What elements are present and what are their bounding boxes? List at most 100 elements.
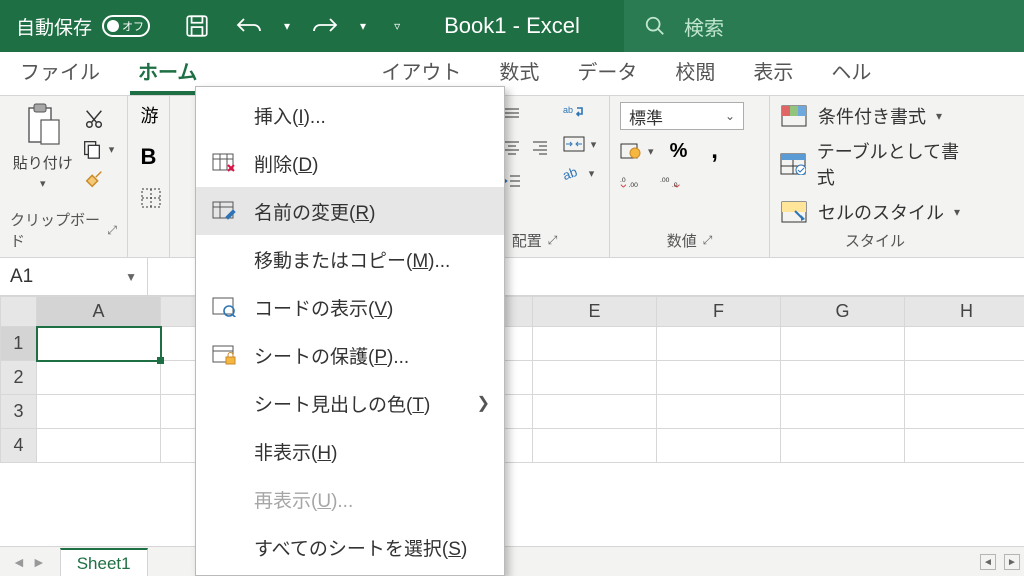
paste-icon (23, 102, 63, 148)
worksheet-grid[interactable]: A B C D E F G H 1 2 3 (0, 296, 1024, 524)
sheet-nav-next[interactable]: ► (32, 554, 46, 570)
cell-styles-icon (780, 198, 808, 226)
format-painter-button[interactable] (81, 166, 107, 192)
redo-dropdown-icon[interactable]: ▾ (360, 19, 366, 33)
blank-icon (210, 439, 238, 463)
cell[interactable] (781, 361, 905, 395)
save-button[interactable] (180, 9, 214, 43)
undo-button[interactable] (232, 9, 266, 43)
search-box[interactable]: 検索 (624, 0, 1024, 52)
autosave-toggle[interactable]: オフ (102, 15, 150, 37)
merge-center-button[interactable]: ▾ (563, 136, 597, 152)
title-bar: 自動保存 オフ ▾ ▾ ▿ Book1 - Excel 検索 (0, 0, 1024, 52)
cell-A1[interactable] (37, 327, 161, 361)
orientation-button[interactable]: ab▾ (563, 164, 597, 182)
document-title: Book1 - Excel (444, 13, 580, 39)
number-format-select[interactable]: 標準 ⌄ (620, 102, 744, 130)
menu-tab-color[interactable]: シート見出しの色(T) ❯ (196, 379, 504, 427)
table-row: 3 (1, 395, 1024, 429)
col-header-A[interactable]: A (37, 297, 161, 327)
tab-file[interactable]: ファイル (12, 48, 108, 95)
name-box[interactable]: A1 ▼ (0, 258, 148, 296)
cell[interactable] (781, 327, 905, 361)
menu-delete[interactable]: 削除(D) (196, 139, 504, 187)
scroll-left-icon[interactable]: ◄ (980, 554, 996, 570)
cell[interactable] (533, 429, 657, 463)
qat-customize-icon[interactable]: ▿ (394, 19, 400, 33)
tab-review[interactable]: 校閲 (667, 48, 723, 95)
alignment-dialog-launcher[interactable]: ⤢ (548, 233, 558, 248)
svg-text:.00: .00 (660, 177, 670, 184)
col-header-E[interactable]: E (533, 297, 657, 327)
comma-button[interactable]: , (704, 140, 726, 162)
sheet-nav-prev[interactable]: ◄ (12, 554, 26, 570)
align-right-button[interactable] (529, 136, 551, 158)
cell[interactable] (657, 361, 781, 395)
percent-button[interactable]: % (668, 140, 690, 162)
horizontal-scrollbar[interactable]: ◄ ► (980, 554, 1020, 572)
paste-button[interactable]: 貼り付け ▾ (13, 102, 73, 190)
conditional-formatting-button[interactable]: 条件付き書式 ▾ (780, 102, 970, 130)
cell[interactable] (37, 429, 161, 463)
cell[interactable] (533, 361, 657, 395)
tab-view[interactable]: 表示 (745, 48, 801, 95)
cell[interactable] (905, 395, 1024, 429)
autosave-control[interactable]: 自動保存 オフ (16, 13, 150, 40)
group-clipboard: 貼り付け ▾ ▾ クリップボード⤢ (0, 96, 128, 257)
decrease-decimal-button[interactable]: .00.0 (660, 172, 682, 194)
number-dialog-launcher[interactable]: ⤢ (703, 233, 713, 248)
undo-dropdown-icon[interactable]: ▾ (284, 19, 290, 33)
number-format-value: 標準 (629, 104, 663, 129)
cell[interactable] (905, 429, 1024, 463)
wrap-text-button[interactable]: ab (563, 102, 585, 124)
blank-icon (210, 103, 238, 127)
borders-button[interactable] (141, 188, 161, 208)
copy-button[interactable]: ▾ (81, 138, 115, 160)
cell[interactable] (533, 395, 657, 429)
cut-button[interactable] (81, 106, 107, 132)
menu-rename[interactable]: 名前の変更(R) (196, 187, 504, 235)
cell[interactable] (657, 395, 781, 429)
tab-data[interactable]: データ (569, 48, 645, 95)
cell-styles-button[interactable]: セルのスタイル ▾ (780, 198, 970, 226)
clipboard-dialog-launcher[interactable]: ⤢ (107, 223, 117, 238)
row-header-1[interactable]: 1 (1, 327, 37, 361)
cell[interactable] (781, 429, 905, 463)
cell[interactable] (905, 361, 1024, 395)
cell[interactable] (781, 395, 905, 429)
cell[interactable] (905, 327, 1024, 361)
format-as-table-button[interactable]: テーブルとして書式 (780, 138, 970, 190)
name-box-dropdown-icon[interactable]: ▼ (125, 270, 137, 284)
cell[interactable] (657, 429, 781, 463)
cell[interactable] (657, 327, 781, 361)
menu-select-all-sheets[interactable]: すべてのシートを選択(S) (196, 523, 504, 571)
cell[interactable] (37, 395, 161, 429)
tab-help[interactable]: ヘル (823, 48, 879, 95)
search-placeholder: 検索 (684, 12, 724, 41)
quick-access-toolbar: ▾ ▾ ▿ (180, 9, 400, 43)
group-font: 游 B (128, 96, 170, 257)
col-header-H[interactable]: H (905, 297, 1024, 327)
redo-button[interactable] (308, 9, 342, 43)
column-headers[interactable]: A B C D E F G H (1, 297, 1024, 327)
font-family-select[interactable]: 游 (141, 102, 159, 128)
row-header-4[interactable]: 4 (1, 429, 37, 463)
select-all-corner[interactable] (1, 297, 37, 327)
menu-insert[interactable]: 挿入(I)... (196, 91, 504, 139)
menu-move-copy[interactable]: 移動またはコピー(M)... (196, 235, 504, 283)
col-header-G[interactable]: G (781, 297, 905, 327)
sheet-tab-sheet1[interactable]: Sheet1 (60, 548, 148, 576)
menu-protect-sheet[interactable]: シートの保護(P)... (196, 331, 504, 379)
cell[interactable] (37, 361, 161, 395)
col-header-F[interactable]: F (657, 297, 781, 327)
menu-hide[interactable]: 非表示(H) (196, 427, 504, 475)
increase-decimal-button[interactable]: .0.00 (620, 172, 642, 194)
bold-button[interactable]: B (141, 144, 157, 170)
cell[interactable] (533, 327, 657, 361)
scroll-right-icon[interactable]: ► (1004, 554, 1020, 570)
accounting-format-button[interactable]: ▾ (620, 141, 654, 161)
autosave-label: 自動保存 (16, 13, 92, 40)
row-header-2[interactable]: 2 (1, 361, 37, 395)
menu-view-code[interactable]: コードの表示(V) (196, 283, 504, 331)
row-header-3[interactable]: 3 (1, 395, 37, 429)
